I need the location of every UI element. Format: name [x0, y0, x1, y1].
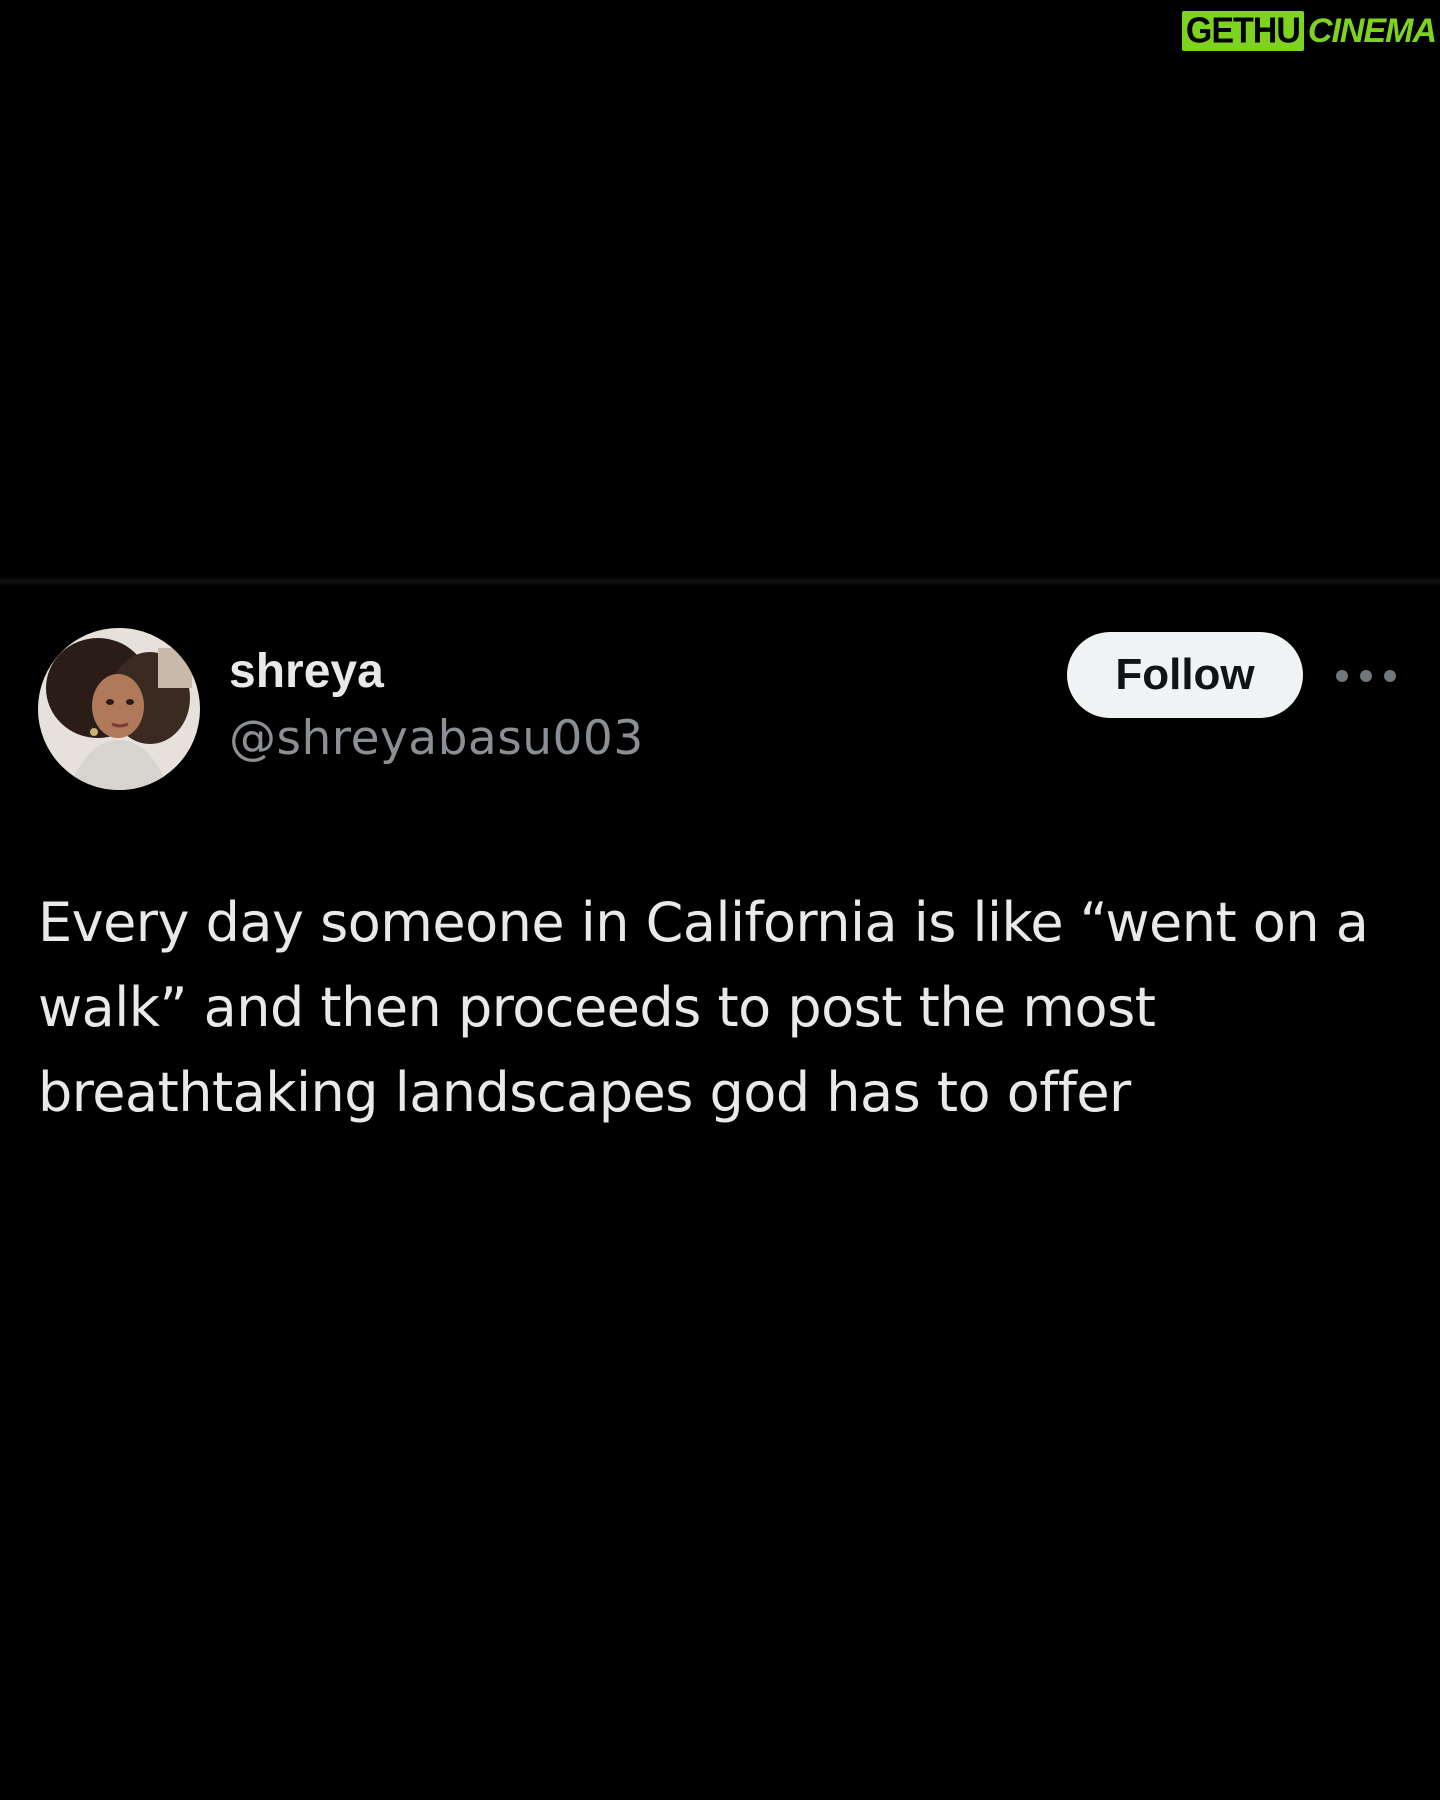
- watermark-logo: GETHU CINEMA: [1181, 11, 1437, 51]
- author-name[interactable]: shreya: [229, 648, 384, 696]
- author-handle[interactable]: @shreyabasu003: [229, 715, 644, 762]
- watermark-box-text: GETHU: [1181, 11, 1304, 51]
- dot-2: [1360, 670, 1372, 682]
- dot-3: [1384, 670, 1396, 682]
- avatar[interactable]: [38, 628, 200, 790]
- ellipsis-icon[interactable]: [1336, 664, 1396, 688]
- dot-1: [1336, 670, 1348, 682]
- profile-photo-icon: [38, 628, 200, 790]
- tweet-text: Every day someone in California is like …: [38, 891, 1369, 1124]
- watermark-rest-text: CINEMA: [1307, 12, 1437, 50]
- section-divider: [0, 576, 1440, 586]
- follow-button[interactable]: Follow: [1067, 632, 1303, 718]
